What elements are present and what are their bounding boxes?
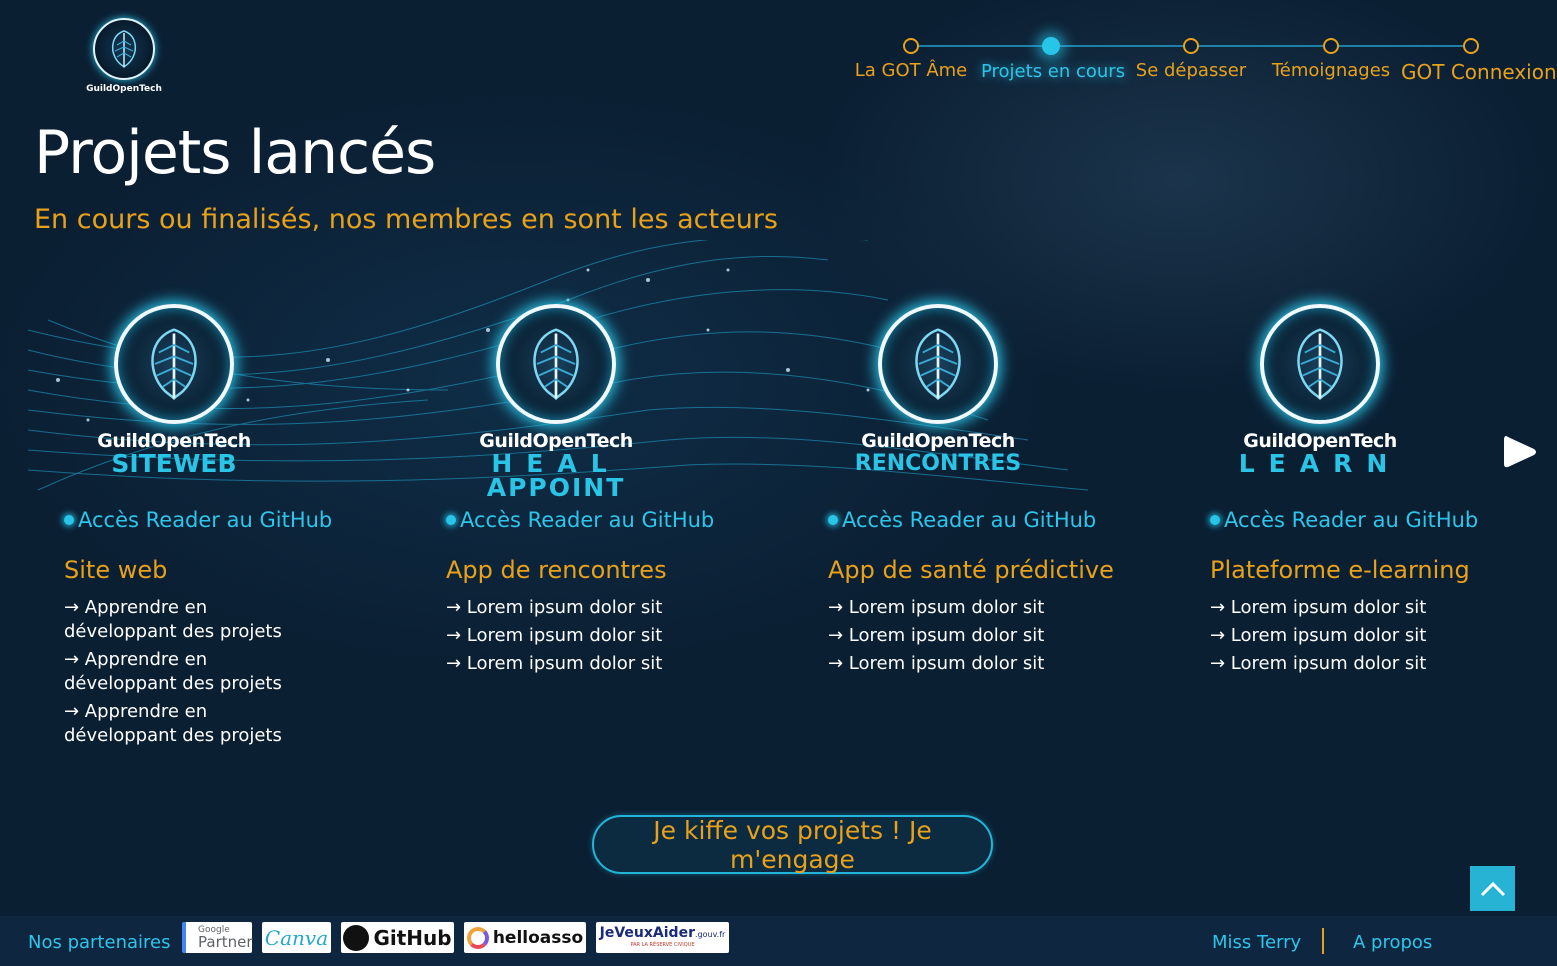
nav-step-la-got-ame[interactable]: La GOT Âme — [841, 36, 981, 81]
project-card-app-de-sante[interactable]: GuildOpenTech RENCONTRES Accès Reader au… — [828, 300, 1188, 674]
partner-jeveuxaider-tagline: PAR LA RÉSERVE CIVIQUE — [630, 942, 695, 948]
list-item: → Lorem ipsum dolor sit — [446, 653, 663, 674]
project-title: App de rencontres — [446, 556, 667, 584]
tree-brain-icon — [496, 304, 616, 424]
tree-brain-icon — [114, 304, 234, 424]
site-footer: Nos partenaires Google Partner Canva Git… — [0, 916, 1557, 966]
list-item: → Lorem ipsum dolor sit — [446, 597, 663, 618]
logo-wordmark: GuildOpenTech — [86, 84, 162, 94]
bullet-dot-icon — [1210, 515, 1220, 525]
github-link-label: Accès Reader au GitHub — [78, 508, 333, 532]
partner-jeveuxaider-logo[interactable]: JeVeuxAider.gouv.fr PAR LA RÉSERVE CIVIQ… — [596, 922, 729, 953]
project-emblem: GuildOpenTech HEAL APPOINT — [406, 304, 706, 504]
project-card-site-web[interactable]: GuildOpenTech SITEWEB Accès Reader au Gi… — [64, 300, 424, 746]
project-title: App de santé prédictive — [828, 556, 1114, 584]
github-reader-link[interactable]: Accès Reader au GitHub — [64, 508, 332, 532]
github-icon — [343, 924, 370, 951]
partner-github-text: GitHub — [373, 925, 452, 950]
github-reader-link[interactable]: Accès Reader au GitHub — [828, 508, 1096, 532]
nav-step-label: Témoignages — [1271, 60, 1391, 81]
tree-brain-icon — [93, 18, 155, 80]
github-link-label: Accès Reader au GitHub — [1224, 508, 1479, 532]
nav-step-se-depasser[interactable]: Se dépasser — [1121, 36, 1261, 81]
tree-brain-icon — [878, 304, 998, 424]
github-link-label: Accès Reader au GitHub — [842, 508, 1097, 532]
project-feature-list: → Apprendre en développant des projets →… — [64, 596, 294, 752]
list-item: → Lorem ipsum dolor sit — [1210, 653, 1427, 674]
nav-step-label: Projets en cours — [981, 61, 1126, 82]
project-subbrand: LEARN — [1238, 449, 1402, 478]
project-feature-list: → Lorem ipsum dolor sit → Lorem ipsum do… — [446, 596, 662, 680]
nav-step-projets-en-cours[interactable]: Projets en cours — [981, 36, 1126, 82]
step-dot-icon — [1323, 38, 1339, 54]
project-feature-list: → Lorem ipsum dolor sit → Lorem ipsum do… — [1210, 596, 1426, 680]
partner-google-logo[interactable]: Google Partner — [182, 922, 253, 953]
tree-brain-icon — [1260, 304, 1380, 424]
step-dot-icon — [1463, 38, 1479, 54]
project-card-e-learning[interactable]: GuildOpenTech LEARN Accès Reader au GitH… — [1210, 300, 1557, 674]
partners-label: Nos partenaires — [28, 932, 171, 953]
project-emblem: GuildOpenTech SITEWEB — [24, 304, 324, 504]
back-to-top-button[interactable] — [1470, 866, 1515, 911]
bullet-dot-icon — [446, 515, 456, 525]
github-reader-link[interactable]: Accès Reader au GitHub — [1210, 508, 1478, 532]
engage-cta-button[interactable]: Je kiffe vos projets ! Je m'engage — [592, 815, 993, 874]
partner-google-bottom: Partner — [198, 933, 253, 951]
section-stepper-nav: La GOT Âme Projets en cours Se dépasser … — [850, 36, 1557, 86]
partner-helloasso-logo[interactable]: helloasso — [464, 922, 586, 953]
list-item: → Apprendre en développant des projets — [64, 649, 282, 694]
project-title: Site web — [64, 556, 168, 584]
list-item: → Lorem ipsum dolor sit — [828, 625, 1045, 646]
list-item: → Lorem ipsum dolor sit — [446, 625, 663, 646]
list-item: → Apprendre en développant des projets — [64, 597, 282, 642]
helloasso-icon — [466, 926, 489, 949]
nav-step-label: La GOT Âme — [854, 60, 968, 81]
step-dot-icon — [903, 38, 919, 54]
footer-divider — [1322, 928, 1324, 954]
project-emblem: GuildOpenTech RENCONTRES — [788, 304, 1088, 504]
nav-step-label: Se dépasser — [1135, 60, 1247, 81]
list-item: → Apprendre en développant des projets — [64, 701, 282, 746]
footer-link-a-propos[interactable]: A propos — [1353, 932, 1432, 953]
project-emblem: GuildOpenTech LEARN — [1170, 304, 1470, 504]
project-subbrand: RENCONTRES — [854, 451, 1022, 476]
project-subbrand: SITEWEB — [111, 449, 237, 478]
page-title: Projets lancés — [34, 118, 436, 188]
step-dot-active-icon — [1042, 37, 1060, 55]
nav-step-label: GOT Connexion — [1401, 60, 1557, 84]
list-item: → Lorem ipsum dolor sit — [828, 653, 1045, 674]
bullet-dot-icon — [64, 515, 74, 525]
site-logo[interactable]: GuildOpenTech — [84, 18, 164, 98]
nav-step-got-connexion[interactable]: GOT Connexion — [1401, 36, 1557, 84]
step-dot-icon — [1183, 38, 1199, 54]
footer-link-miss-terry[interactable]: Miss Terry — [1212, 932, 1301, 953]
project-subbrand-line2: APPOINT — [486, 473, 626, 502]
partner-canva-logo[interactable]: Canva — [262, 922, 331, 953]
project-card-app-de-rencontres[interactable]: GuildOpenTech HEAL APPOINT Accès Reader … — [446, 300, 806, 674]
partner-canva-text: Canva — [264, 925, 329, 950]
nav-step-temoignages[interactable]: Témoignages — [1261, 36, 1401, 81]
partner-helloasso-text: helloasso — [492, 927, 584, 948]
github-reader-link[interactable]: Accès Reader au GitHub — [446, 508, 714, 532]
play-next-icon[interactable] — [1500, 432, 1540, 472]
list-item: → Lorem ipsum dolor sit — [1210, 597, 1427, 618]
chevron-up-icon — [1480, 881, 1505, 896]
github-link-label: Accès Reader au GitHub — [460, 508, 715, 532]
partner-jeveuxaider-text: JeVeuxAider — [599, 925, 695, 941]
bullet-dot-icon — [828, 515, 838, 525]
partner-github-logo[interactable]: GitHub — [341, 922, 454, 953]
list-item: → Lorem ipsum dolor sit — [1210, 625, 1427, 646]
page-subtitle: En cours ou finalisés, nos membres en so… — [34, 204, 778, 235]
project-title: Plateforme e-learning — [1210, 556, 1470, 584]
project-brand: GuildOpenTech — [861, 430, 1015, 452]
project-feature-list: → Lorem ipsum dolor sit → Lorem ipsum do… — [828, 596, 1044, 680]
list-item: → Lorem ipsum dolor sit — [828, 597, 1045, 618]
partner-jeveuxaider-suffix: .gouv.fr — [694, 930, 726, 939]
